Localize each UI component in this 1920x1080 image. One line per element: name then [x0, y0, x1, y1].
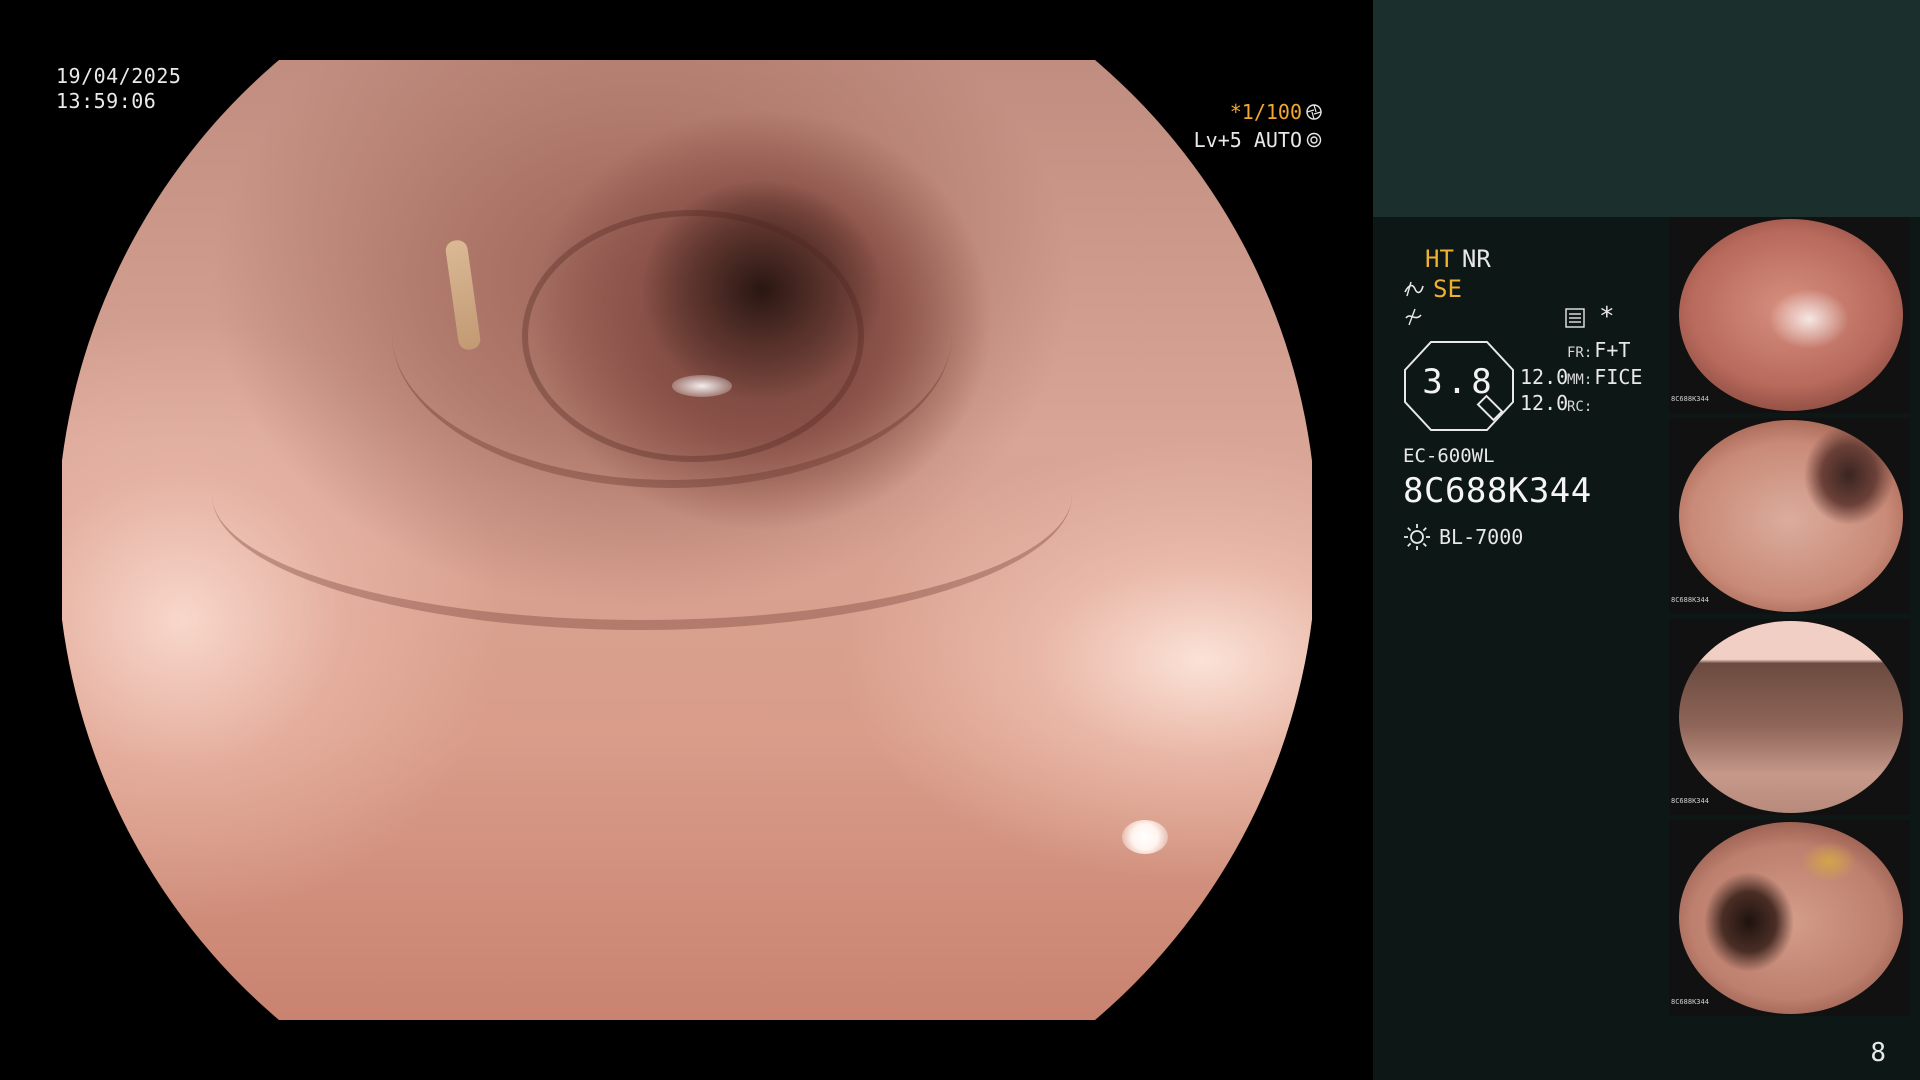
nr-label: NR	[1461, 245, 1491, 273]
sun-icon	[1404, 524, 1430, 550]
light-reflection	[672, 375, 732, 397]
fr-value: F+T	[1594, 338, 1631, 362]
panel-header	[1373, 0, 1920, 217]
exposure-info: *1/100 Lv+5 AUTO	[1194, 98, 1322, 154]
star-icon: *	[1599, 302, 1615, 332]
mm-value: FICE	[1594, 365, 1643, 389]
gear-icon	[1306, 132, 1322, 148]
thumbnail-label: 8C688K344	[1671, 596, 1709, 604]
enhance-bottom-value: 12.0	[1520, 391, 1569, 415]
rc-row: RC:	[1567, 392, 1642, 419]
color-row: *	[1403, 302, 1703, 334]
thumbnail-label: 8C688K344	[1671, 998, 1709, 1006]
se-row: SE	[1403, 274, 1703, 304]
thumbnail-image	[1679, 420, 1903, 612]
thumbnail-1[interactable]: 8C688K344	[1669, 217, 1910, 413]
light-source-text: BL-7000	[1439, 525, 1524, 549]
thumbnail-image	[1679, 822, 1903, 1014]
datetime-overlay: 19/04/2025 13:59:06	[56, 64, 181, 114]
se-label: SE	[1433, 275, 1462, 303]
enhance-top-value: 12.0	[1520, 365, 1569, 389]
light-reflection	[1122, 820, 1168, 854]
captured-thumbnails: 8C688K344 8C688K344 8C688K344 8C688K344	[1669, 217, 1910, 1021]
thumbnail-2[interactable]: 8C688K344	[1669, 418, 1910, 614]
thumbnail-3[interactable]: 8C688K344	[1669, 619, 1910, 815]
structure-enhance-icon	[1404, 281, 1424, 297]
fr-row: FR: F+T	[1567, 338, 1642, 365]
date-text: 19/04/2025	[56, 64, 182, 88]
thumbnail-label: 8C688K344	[1671, 797, 1709, 805]
endoscope-live-image	[62, 60, 1312, 1020]
zoom-value: 3.8	[1422, 362, 1496, 402]
level-line: Lv+5 AUTO	[1194, 126, 1322, 154]
mode-block: FR: F+T MM: FICE RC:	[1567, 338, 1642, 419]
scope-model: EC-600WL	[1403, 445, 1495, 467]
menu-icon	[1565, 308, 1585, 328]
page-number: 8	[1870, 1038, 1886, 1068]
ht-nr-row: HT NR	[1403, 244, 1703, 274]
scope-serial: 8C688K344	[1403, 471, 1592, 511]
enhance-values: 12.0 12.0	[1520, 364, 1568, 416]
thumbnail-label: 8C688K344	[1671, 395, 1709, 403]
thumbnail-4[interactable]: 8C688K344	[1669, 820, 1910, 1016]
light-source-row: BL-7000	[1403, 523, 1703, 551]
info-panel: HT NR SE * 3.8 12.0 12.0 FR: F+T MM: FIC…	[1373, 0, 1920, 1080]
mm-label: MM:	[1567, 372, 1593, 388]
time-text: 13:59:06	[56, 89, 157, 113]
brightness-level-text: Lv+5 AUTO	[1193, 128, 1302, 152]
zoom-block: 3.8 12.0 12.0 FR: F+T MM: FICE RC:	[1403, 338, 1703, 435]
shutter-line: *1/100	[1194, 98, 1322, 126]
processor-settings: HT NR SE * 3.8 12.0 12.0 FR: F+T MM: FIC…	[1403, 244, 1703, 551]
rc-label: RC:	[1567, 399, 1593, 415]
shutter-speed-text: *1/100	[1229, 100, 1302, 124]
endoscope-video-area: 19/04/2025 13:59:06 *1/100 Lv+5 AUTO	[0, 0, 1373, 1080]
fr-label: FR:	[1567, 345, 1593, 361]
thumbnail-image	[1679, 219, 1903, 411]
lumen-ring	[522, 210, 864, 462]
aperture-icon	[1306, 104, 1322, 120]
color-enhance-icon	[1405, 308, 1422, 326]
mm-row: MM: FICE	[1567, 365, 1642, 392]
ht-label: HT	[1425, 245, 1454, 273]
thumbnail-image	[1679, 621, 1903, 813]
